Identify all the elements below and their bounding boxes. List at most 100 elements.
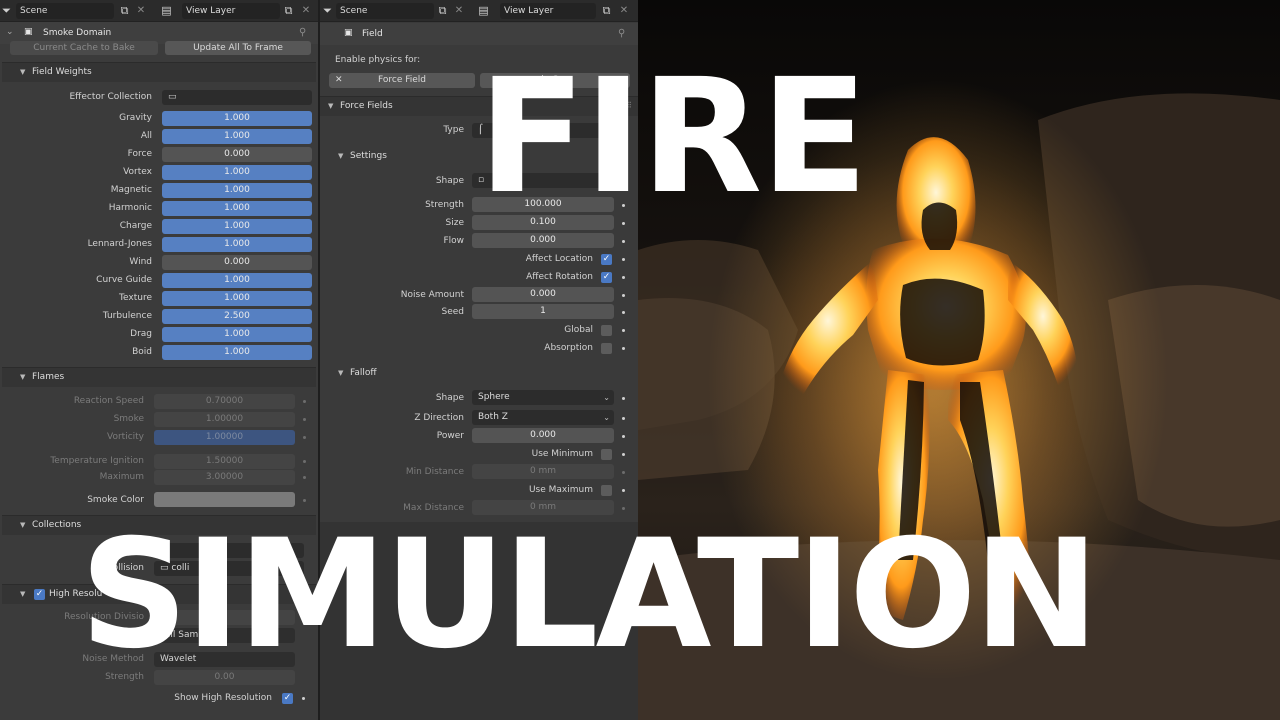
row-label: Smoke [113,414,144,424]
z-direction-dropdown[interactable]: Both Z ⌄ [472,410,614,425]
row-slider[interactable]: 0.70000 [154,394,295,409]
scene-field[interactable]: Scene [336,3,434,19]
keyframe-dot[interactable] [622,311,625,314]
keyframe-dot[interactable] [302,697,305,700]
effector-collection-field[interactable]: ▭ [162,90,312,105]
row-label: Harmonic [108,203,152,213]
row-slider[interactable]: 1.000 [162,327,312,342]
keyframe-dot[interactable] [622,347,625,350]
row-slider[interactable]: 1.000 [162,345,312,360]
row-label: Charge [119,221,152,231]
update-all-button[interactable]: Update All To Frame [165,41,311,55]
keyframe-dot[interactable] [622,240,625,243]
affect-location-checkbox[interactable]: ✓ [601,254,612,265]
flow-slider[interactable]: 0.000 [472,233,614,248]
view-layer-icon[interactable]: ▤ [160,4,173,17]
remove-layer-icon[interactable]: ✕ [300,4,312,17]
row-slider[interactable]: 1.00000 [154,412,295,427]
keyframe-dot[interactable] [622,471,625,474]
current-cache-button[interactable]: Current Cache to Bake [10,41,158,55]
keyframe-dot[interactable] [303,400,306,403]
keyframe-dot[interactable] [622,489,625,492]
force-field-button[interactable]: ✕ Force Field [329,73,475,88]
falloff-subsection[interactable]: ▼ Falloff [324,365,634,383]
collection-icon: ▭ [168,92,177,102]
smoke-color-swatch[interactable] [154,492,295,507]
subsection-title: Falloff [350,368,377,378]
subsection-title: Settings [350,151,387,161]
keyframe-dot[interactable] [622,294,625,297]
noise-amount-slider[interactable]: 0.000 [472,287,614,302]
global-checkbox[interactable] [601,325,612,336]
row-slider[interactable]: 1.50000 [154,454,295,469]
size-label: Size [445,218,464,228]
row-slider[interactable]: 1.00000 [154,430,295,445]
field-weights-section[interactable]: ▼ Field Weights [2,62,316,82]
row-slider[interactable]: 1.000 [162,111,312,126]
show-high-resolution-checkbox[interactable]: ✓ [282,693,293,704]
falloff-shape-value: Sphere [478,392,510,402]
new-scene-icon[interactable]: ⧉ [436,4,449,17]
pin-icon[interactable]: ⚲ [299,27,306,38]
remove-scene-icon[interactable]: ✕ [453,4,465,17]
row-slider[interactable]: 1.000 [162,237,312,252]
keyframe-dot[interactable] [622,453,625,456]
flames-section[interactable]: ▼ Flames [2,367,316,387]
high-resolution-checkbox[interactable]: ✓ [34,589,45,600]
falloff-shape-dropdown[interactable]: Sphere ⌄ [472,390,614,405]
keyframe-dot[interactable] [303,499,306,502]
new-scene-icon[interactable]: ⧉ [118,4,131,17]
row-slider[interactable]: 0.000 [162,147,312,162]
chevron-down-icon[interactable]: ⌄ [6,27,14,37]
keyframe-dot[interactable] [622,258,625,261]
row-label: Curve Guide [96,275,152,285]
view-layer-icon[interactable]: ▤ [477,4,490,17]
keyframe-dot[interactable] [622,276,625,279]
editor-type-icon[interactable]: ⏷ [0,4,13,17]
keyframe-dot[interactable] [303,476,306,479]
row-slider[interactable]: 3.00000 [154,470,295,485]
keyframe-dot[interactable] [622,329,625,332]
use-maximum-checkbox[interactable] [601,485,612,496]
view-layer-field[interactable]: View Layer [182,3,280,19]
z-direction-label: Z Direction [414,413,464,423]
row-slider[interactable]: 1.000 [162,165,312,180]
section-title: Field Weights [32,67,92,77]
scene-field[interactable]: Scene [16,3,114,19]
keyframe-dot[interactable] [622,435,625,438]
effector-collection-label: Effector Collection [69,92,153,102]
global-label: Global [564,325,593,335]
disclosure-triangle-icon: ▼ [20,373,26,381]
absorption-checkbox[interactable] [601,343,612,354]
view-layer-field[interactable]: View Layer [500,3,596,19]
row-slider[interactable]: 0.000 [162,255,312,270]
keyframe-dot[interactable] [303,436,306,439]
keyframe-dot[interactable] [622,417,625,420]
row-slider[interactable]: 2.500 [162,309,312,324]
power-slider[interactable]: 0.000 [472,428,614,443]
min-distance-slider[interactable]: 0 mm [472,464,614,479]
row-slider[interactable]: 1.000 [162,219,312,234]
row-slider[interactable]: 1.000 [162,291,312,306]
chevron-down-icon: ⌄ [603,393,610,402]
row-label: Force [127,149,152,159]
disclosure-triangle-icon: ▼ [338,152,344,160]
new-layer-icon[interactable]: ⧉ [600,4,613,17]
row-slider[interactable]: 1.000 [162,129,312,144]
row-slider[interactable]: 1.000 [162,201,312,216]
remove-scene-icon[interactable]: ✕ [135,4,147,17]
new-layer-icon[interactable]: ⧉ [282,4,295,17]
seed-field[interactable]: 1 [472,304,614,319]
keyframe-dot[interactable] [303,460,306,463]
pin-icon[interactable]: ⚲ [618,28,625,39]
row-slider[interactable]: 1.000 [162,183,312,198]
disclosure-triangle-icon: ▼ [20,590,26,598]
left-topbar: ⏷ Scene ⧉ ✕ ▤ View Layer ⧉ ✕ [0,0,318,22]
keyframe-dot[interactable] [622,397,625,400]
affect-rotation-checkbox[interactable]: ✓ [601,272,612,283]
use-minimum-checkbox[interactable] [601,449,612,460]
keyframe-dot[interactable] [303,418,306,421]
row-slider[interactable]: 1.000 [162,273,312,288]
remove-layer-icon[interactable]: ✕ [618,4,630,17]
editor-type-icon[interactable]: ⏷ [321,4,334,17]
